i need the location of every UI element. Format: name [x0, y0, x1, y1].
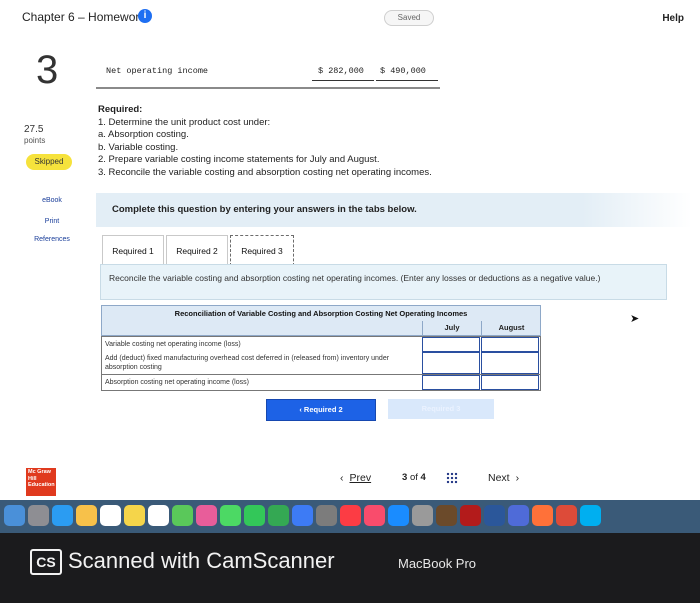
requirement-item: 1. Determine the unit product cost under… — [98, 116, 271, 128]
print-link[interactable]: Print — [22, 218, 82, 225]
assignment-title: Chapter 6 – Homework — [22, 10, 146, 24]
dock-icon-row — [4, 505, 601, 528]
utility-icon[interactable] — [508, 505, 529, 526]
maps-icon[interactable] — [172, 505, 193, 526]
page-current: 3 — [402, 472, 408, 483]
prev-button[interactable]: ‹ Prev — [340, 472, 371, 484]
mac-dock — [0, 500, 700, 533]
previous-requirement-button[interactable]: ‹ Required 2 — [266, 399, 376, 421]
next-button[interactable]: Next › — [488, 472, 519, 484]
table-caption: Reconciliation of Variable Costing and A… — [101, 305, 541, 322]
august-input[interactable] — [481, 352, 539, 374]
requirements-block: Required: 1. Determine the unit product … — [98, 104, 432, 179]
scroll-divider — [96, 87, 440, 89]
points-label: points — [24, 136, 46, 145]
info-icon[interactable]: i — [138, 9, 152, 23]
chess-icon[interactable] — [436, 505, 457, 526]
photos-app-icon[interactable] — [196, 505, 217, 526]
july-input[interactable] — [422, 352, 480, 374]
safari-icon[interactable] — [52, 505, 73, 526]
divider — [312, 80, 374, 81]
page-total: 4 — [420, 472, 426, 483]
prev-label: Prev — [349, 472, 372, 484]
row-label: Variable costing net operating income (l… — [105, 341, 241, 348]
net-operating-income-label: Net operating income — [106, 66, 209, 76]
banner-glare — [582, 193, 692, 227]
table-row: Add (deduct) fixed manufacturing overhea… — [101, 352, 541, 375]
tab-required-3[interactable]: Required 3 — [230, 235, 294, 266]
requirement-item: 2. Prepare variable costing income state… — [98, 154, 380, 165]
chevron-right-icon: › — [515, 472, 520, 484]
messages-icon[interactable] — [220, 505, 241, 526]
firefox-icon[interactable] — [532, 505, 553, 526]
points-value: 27.5 — [24, 124, 44, 135]
saved-status-badge: Saved — [384, 10, 434, 26]
facetime-icon[interactable] — [244, 505, 265, 526]
calendar-icon[interactable] — [100, 505, 121, 526]
grid-icon[interactable] — [446, 472, 458, 484]
numbers-icon[interactable] — [268, 505, 289, 526]
reminders-icon[interactable] — [148, 505, 169, 526]
august-input[interactable] — [481, 337, 539, 352]
page-indicator: 3 of 4 — [402, 472, 426, 483]
column-header-july: July — [422, 321, 481, 335]
notes-icon[interactable] — [124, 505, 145, 526]
panel-instruction-text: Reconcile the variable costing and absor… — [109, 273, 601, 283]
page-of: of — [409, 472, 418, 483]
requirement-item: a. Absorption costing. — [98, 129, 189, 140]
camscanner-watermark: Scanned with CamScanner — [68, 548, 335, 573]
question-number: 3 — [36, 48, 59, 92]
system-preferences-icon[interactable] — [412, 505, 433, 526]
chevron-left-icon: ‹ — [299, 405, 302, 414]
skype-icon[interactable] — [580, 505, 601, 526]
previous-requirement-label: Required 2 — [303, 405, 343, 414]
word-icon[interactable] — [484, 505, 505, 526]
itunes-icon[interactable] — [340, 505, 361, 526]
july-input[interactable] — [422, 375, 480, 390]
row-label: Add (deduct) fixed manufacturing overhea… — [105, 355, 390, 371]
chrome-icon[interactable] — [556, 505, 577, 526]
requirement-item: 3. Reconcile the variable costing and ab… — [98, 166, 432, 178]
chevron-left-icon: ‹ — [340, 472, 344, 484]
photos-icon[interactable] — [76, 505, 97, 526]
instruments-icon[interactable] — [316, 505, 337, 526]
july-input[interactable] — [422, 337, 480, 352]
keynote-icon[interactable] — [292, 505, 313, 526]
net-operating-income-august: $ 490,000 — [380, 66, 426, 76]
finder-icon[interactable] — [4, 505, 25, 526]
column-header-august: August — [481, 321, 541, 335]
panel-instruction: Reconcile the variable costing and absor… — [100, 264, 667, 300]
ebook-link[interactable]: eBook — [22, 197, 82, 204]
references-link[interactable]: References — [22, 236, 82, 243]
table-header: July August — [101, 321, 541, 336]
next-label: Next — [488, 472, 510, 484]
skipped-badge: Skipped — [26, 154, 72, 170]
table-row: Absorption costing net operating income … — [101, 375, 541, 391]
app-store-icon[interactable] — [388, 505, 409, 526]
device-label: MacBook Pro — [398, 556, 477, 571]
instruction-banner: Complete this question by entering your … — [96, 193, 692, 227]
help-link[interactable]: Help — [662, 13, 684, 24]
requirement-item: b. Variable costing. — [98, 141, 179, 153]
camscanner-logo: CS — [30, 549, 62, 575]
row-label: Absorption costing net operating income … — [105, 379, 249, 386]
next-requirement-button[interactable]: Required 3 — [388, 399, 494, 419]
tab-required-2[interactable]: Required 2 — [166, 235, 228, 266]
tab-required-1[interactable]: Required 1 — [102, 235, 164, 266]
table-row: Variable costing net operating income (l… — [101, 336, 541, 353]
mcgraw-hill-logo: Mc Graw Hill Education — [26, 468, 56, 496]
mouse-cursor-icon: ➤ — [630, 313, 640, 325]
net-operating-income-july: $ 282,000 — [318, 66, 364, 76]
next-requirement-label: Required 3 — [421, 404, 461, 413]
banner-text: Complete this question by entering your … — [112, 204, 417, 215]
music-icon[interactable] — [364, 505, 385, 526]
august-input[interactable] — [481, 375, 539, 390]
divider — [376, 80, 438, 81]
dictionary-icon[interactable] — [460, 505, 481, 526]
requirements-heading: Required: — [98, 104, 143, 115]
launchpad-icon[interactable] — [28, 505, 49, 526]
